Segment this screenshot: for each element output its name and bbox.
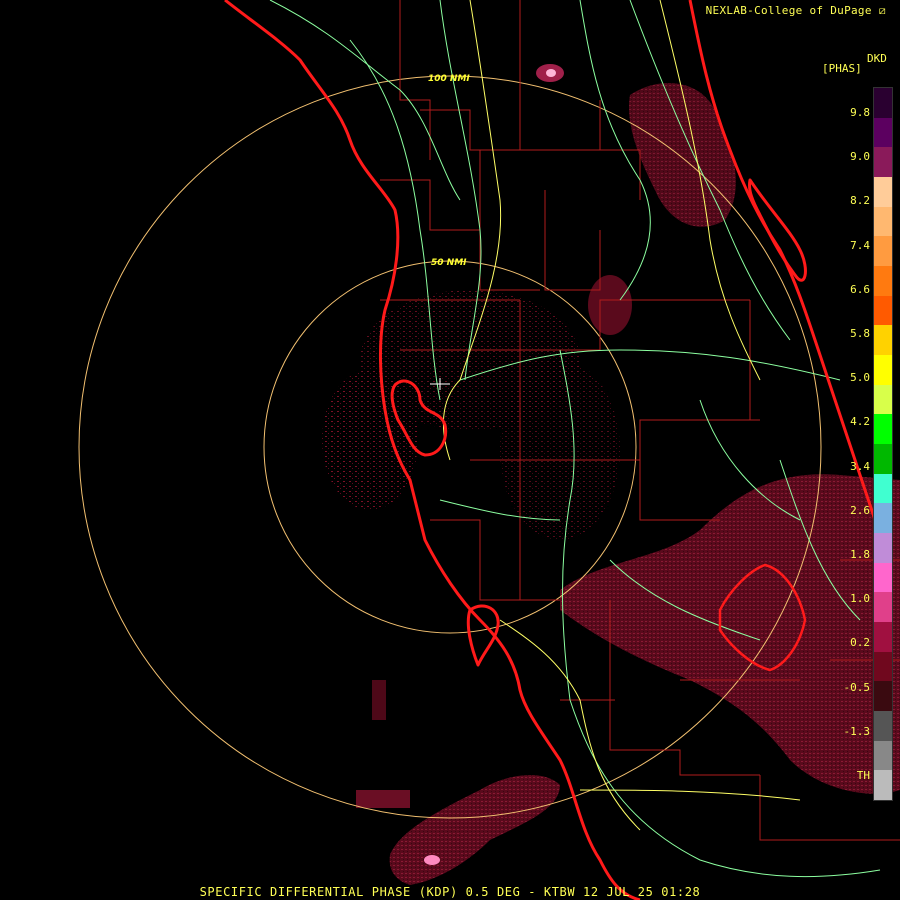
legend-swatch <box>874 503 892 534</box>
echo-cell-north-core <box>546 69 556 77</box>
legend-tick-label: 4.2 <box>850 415 870 429</box>
charlotte-harbor <box>466 604 500 667</box>
legend-tick-label: 7.4 <box>850 238 870 252</box>
legend-tick-label: 5.8 <box>850 327 870 340</box>
legend-swatch <box>874 592 892 623</box>
radar-map <box>78 0 900 900</box>
product-unit: [PHAS] <box>822 62 862 75</box>
legend-swatch <box>874 117 892 148</box>
legend-swatch <box>874 147 892 178</box>
legend-tick-label: 1.0 <box>850 592 870 606</box>
legend-swatch <box>874 355 892 385</box>
legend-swatch <box>874 533 892 563</box>
ring-label-50: 50 NMI <box>431 258 467 268</box>
legend-tick-label: 1.8 <box>850 548 870 561</box>
legend-tick-label: 8.2 <box>850 194 870 208</box>
legend-swatch <box>874 444 892 474</box>
color-scale-legend <box>873 87 893 801</box>
legend-swatch <box>874 651 892 682</box>
legend-swatch <box>874 622 892 652</box>
legend-tick-label: -1.3 <box>843 724 871 738</box>
echo-band-south <box>389 774 560 885</box>
legend-swatch <box>874 473 892 504</box>
legend-swatch <box>874 770 892 801</box>
legend-swatch <box>874 681 892 712</box>
legend-swatch <box>874 206 892 237</box>
legend-swatch <box>874 266 892 296</box>
echo-band-northeast <box>629 83 736 227</box>
atlantic-coast <box>688 0 877 521</box>
legend-swatch <box>874 88 892 118</box>
legend-swatch <box>874 740 892 771</box>
legend-swatch <box>874 562 892 593</box>
echo-patch-south <box>356 790 410 808</box>
legend-swatch <box>874 414 892 445</box>
legend-swatch <box>874 384 892 415</box>
legend-tick-label: 6.6 <box>850 282 870 296</box>
legend-tick-label: 3.4 <box>850 459 870 473</box>
legend-swatch <box>874 295 892 326</box>
legend-tick-label: 0.2 <box>850 636 870 650</box>
product-caption: SPECIFIC DIFFERENTIAL PHASE (KDP) 0.5 DE… <box>199 885 701 899</box>
legend-tick-label: -0.5 <box>843 680 871 694</box>
echo-layer <box>322 64 900 885</box>
legend-tick-label: 9.8 <box>850 106 870 119</box>
legend-swatch <box>874 325 892 356</box>
legend-swatch <box>874 711 892 741</box>
echo-patch-ridge <box>588 275 632 335</box>
lagoon-east <box>748 178 807 282</box>
product-code: DKD <box>867 52 887 65</box>
echo-cluster-east <box>500 360 620 540</box>
ring-label-100: 100 NMI <box>428 74 470 84</box>
echo-patch-sw <box>372 680 386 720</box>
legend-tick-label: 9.0 <box>850 150 870 164</box>
legend-tick-label: TH <box>856 769 870 782</box>
legend-tick-label: 2.6 <box>850 503 870 517</box>
legend-tick-label: 5.0 <box>850 371 870 385</box>
nexlab-credit: NEXLAB-College of DuPage ⧄ <box>705 4 886 17</box>
legend-swatch <box>874 177 892 207</box>
echo-band-southeast <box>560 474 900 794</box>
legend-swatch <box>874 236 892 267</box>
echo-cell-south-core <box>424 855 440 865</box>
